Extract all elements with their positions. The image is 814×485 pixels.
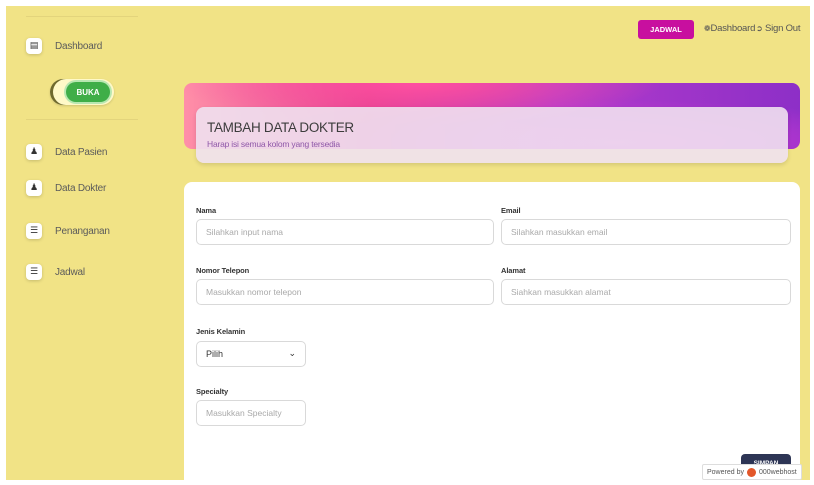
sidebar-divider xyxy=(26,119,138,120)
shop-icon: ▤ xyxy=(26,38,42,54)
page-header-card: TAMBAH DATA DOKTER Harap isi semua kolom… xyxy=(196,107,788,163)
powered-by-brand: 000webhost xyxy=(758,468,797,476)
list-icon: ☰ xyxy=(26,264,42,280)
alamat-input[interactable] xyxy=(501,279,791,305)
doctor-form: Nama Email Nomor Telepon Alamat Jenis Ke… xyxy=(184,182,800,480)
email-label: Email xyxy=(501,206,521,215)
sidebar-item-label: Dashboard xyxy=(55,40,103,52)
sidebar-item-penanganan[interactable]: ☰ Penanganan xyxy=(26,221,110,241)
nama-label: Nama xyxy=(196,206,217,215)
telepon-label: Nomor Telepon xyxy=(196,266,250,275)
jenis-kelamin-value: Pilih xyxy=(206,349,224,359)
toggle-label: BUKA xyxy=(66,82,110,102)
dashboard-link-label: Dashboard xyxy=(710,23,756,34)
list-icon: ☰ xyxy=(26,223,42,239)
webhost-logo-icon xyxy=(746,467,756,477)
signout-link-label: Sign Out xyxy=(764,23,801,34)
nama-input[interactable] xyxy=(196,219,494,245)
chevron-down-icon: ⌄ xyxy=(288,349,296,359)
sidebar-toggle[interactable]: BUKA xyxy=(50,79,114,105)
jenis-kelamin-label: Jenis Kelamin xyxy=(196,327,246,336)
sidebar-item-label: Jadwal xyxy=(55,266,85,278)
signout-link[interactable]: ➲ Sign Out xyxy=(756,23,801,34)
email-input[interactable] xyxy=(501,219,791,245)
dashboard-link[interactable]: ❁Dashboard xyxy=(704,23,755,34)
page-title: TAMBAH DATA DOKTER xyxy=(207,120,354,135)
jadwal-button[interactable]: JADWAL xyxy=(638,20,694,39)
sidebar: ▤ Dashboard BUKA ♟ Data Pasien ♟ Data Do… xyxy=(6,6,154,480)
powered-by-prefix: Powered by xyxy=(707,468,744,476)
sidebar-item-label: Data Dokter xyxy=(55,182,107,194)
sidebar-item-data-pasien[interactable]: ♟ Data Pasien xyxy=(26,142,107,162)
sign-out-icon: ➲ xyxy=(756,24,763,33)
specialty-label: Specialty xyxy=(196,387,229,396)
powered-by-badge[interactable]: Powered by 000webhost xyxy=(702,464,802,480)
telepon-input[interactable] xyxy=(196,279,494,305)
sidebar-item-label: Penanganan xyxy=(55,225,110,237)
sidebar-item-jadwal[interactable]: ☰ Jadwal xyxy=(26,262,85,282)
app-window: ▤ Dashboard BUKA ♟ Data Pasien ♟ Data Do… xyxy=(6,6,810,480)
jenis-kelamin-select[interactable]: Pilih ⌄ xyxy=(196,341,306,367)
user-tie-icon: ♟ xyxy=(26,180,42,196)
user-tie-icon: ♟ xyxy=(26,144,42,160)
alamat-label: Alamat xyxy=(501,266,526,275)
page-subtitle: Harap isi semua kolom yang tersedia xyxy=(207,139,340,149)
sidebar-item-label: Data Pasien xyxy=(55,146,108,158)
specialty-input[interactable] xyxy=(196,400,306,426)
sidebar-item-dashboard[interactable]: ▤ Dashboard xyxy=(26,36,102,56)
sidebar-top-divider xyxy=(26,16,138,17)
sidebar-item-data-dokter[interactable]: ♟ Data Dokter xyxy=(26,178,106,198)
